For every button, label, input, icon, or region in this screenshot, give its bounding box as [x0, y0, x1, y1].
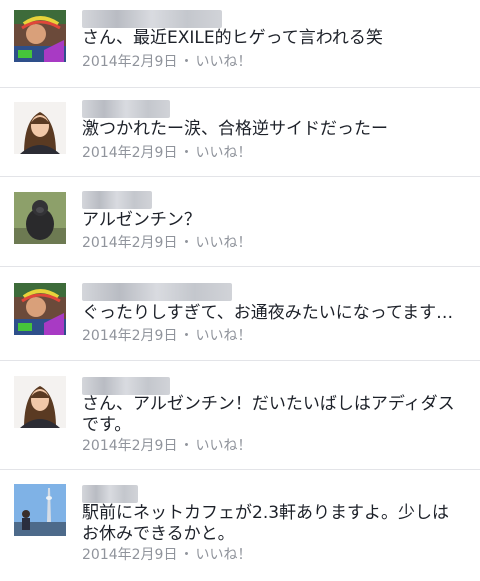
comment-text: アルゼンチン？ — [82, 210, 201, 230]
comment-item: アルゼンチン？ 2014年2月9日・いいね！ — [0, 177, 480, 267]
comment-item: 激つかれたー涙、合格逆サイドだったー 2014年2月9日・いいね！ — [0, 88, 480, 177]
author-name[interactable] — [82, 377, 170, 395]
author-name[interactable] — [82, 191, 152, 209]
comment-text: さん、最近EXILE的ヒゲって言われる笑 — [82, 28, 383, 48]
meta-separator: ・ — [179, 54, 194, 70]
meta-separator: ・ — [179, 145, 194, 161]
avatar[interactable] — [14, 484, 66, 536]
rainbow-photo-avatar — [14, 10, 66, 62]
comment-meta: 2014年2月9日・いいね！ — [82, 327, 251, 345]
rainbow-photo-avatar — [14, 283, 66, 335]
comment-meta: 2014年2月9日・いいね！ — [82, 437, 251, 455]
avatar[interactable] — [14, 376, 66, 428]
like-link[interactable]: いいね！ — [195, 145, 251, 161]
comment-item: さん、最近EXILE的ヒゲって言われる笑 2014年2月9日・いいね！ — [0, 0, 480, 88]
like-link[interactable]: いいね！ — [195, 438, 251, 454]
woman-portrait-avatar — [14, 376, 66, 428]
meta-separator: ・ — [179, 438, 194, 454]
woman-portrait-avatar — [14, 102, 66, 154]
comment-text: ぐったりしすぎて、お通夜みたいになってます… — [82, 303, 454, 323]
like-link[interactable]: いいね！ — [195, 328, 251, 344]
comment-date: 2014年2月9日 — [82, 54, 178, 70]
meta-separator: ・ — [179, 328, 194, 344]
author-name[interactable] — [82, 485, 138, 503]
comment-list: さん、最近EXILE的ヒゲって言われる笑 2014年2月9日・いいね！ 激つかれ… — [0, 0, 480, 581]
comment-date: 2014年2月9日 — [82, 438, 178, 454]
comment-meta: 2014年2月9日・いいね！ — [82, 546, 251, 564]
comment-meta: 2014年2月9日・いいね！ — [82, 144, 251, 162]
like-link[interactable]: いいね！ — [195, 547, 251, 563]
avatar[interactable] — [14, 283, 66, 335]
tower-photo-avatar — [14, 484, 66, 536]
meta-separator: ・ — [179, 235, 194, 251]
author-name[interactable] — [82, 100, 170, 118]
avatar[interactable] — [14, 192, 66, 244]
comment-item: さん、アルゼンチン！だいたいばしはアディダスです。 2014年2月9日・いいね！ — [0, 361, 480, 470]
comment-item: 駅前にネットカフェが2.3軒ありますよ。少しはお休みできるかと。 2014年2月… — [0, 470, 480, 581]
comment-date: 2014年2月9日 — [82, 328, 178, 344]
like-link[interactable]: いいね！ — [195, 54, 251, 70]
comment-meta: 2014年2月9日・いいね！ — [82, 234, 251, 252]
comment-meta: 2014年2月9日・いいね！ — [82, 53, 251, 71]
author-name[interactable] — [82, 10, 222, 28]
comment-date: 2014年2月9日 — [82, 235, 178, 251]
gorilla-photo-avatar — [14, 192, 66, 244]
author-name[interactable] — [82, 283, 232, 301]
meta-separator: ・ — [179, 547, 194, 563]
like-link[interactable]: いいね！ — [195, 235, 251, 251]
comment-text: 駅前にネットカフェが2.3軒ありますよ。少しはお休みできるかと。 — [82, 503, 450, 544]
avatar[interactable] — [14, 10, 66, 62]
avatar[interactable] — [14, 102, 66, 154]
comment-text: さん、アルゼンチン！だいたいばしはアディダスです。 — [82, 394, 455, 435]
comment-date: 2014年2月9日 — [82, 145, 178, 161]
comment-item: ぐったりしすぎて、お通夜みたいになってます… 2014年2月9日・いいね！ — [0, 267, 480, 361]
comment-date: 2014年2月9日 — [82, 547, 178, 563]
comment-text: 激つかれたー涙、合格逆サイドだったー — [82, 119, 388, 139]
